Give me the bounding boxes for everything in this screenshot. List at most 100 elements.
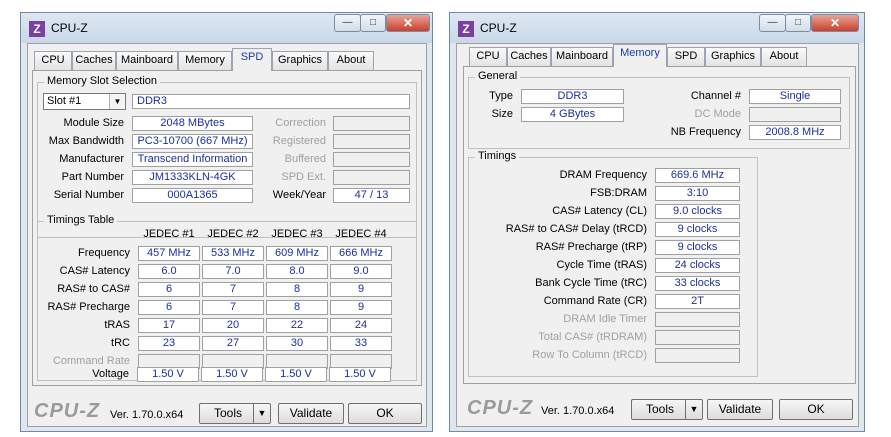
trcd-label: RAS# to CAS# Delay (tRCD) [505,223,647,235]
close-button[interactable]: ✕ [811,14,859,32]
timing-cell: 30 [266,336,328,351]
tab-spd[interactable]: SPD [232,48,272,71]
tab-cpu[interactable]: CPU [34,51,72,70]
week-year-field: 47 / 13 [333,188,410,203]
timing-cell: 666 MHz [330,246,392,261]
tools-button[interactable]: Tools ▼ [631,399,703,420]
type-label: Type [489,90,513,102]
timing-cell: 1.50 V [201,367,263,382]
validate-button[interactable]: Validate [278,403,344,424]
dram-frequency-field: 669.6 MHz [655,168,740,183]
manufacturer-label: Manufacturer [59,153,124,165]
maximize-button[interactable]: □ [785,14,811,32]
general-label: General [475,70,521,82]
frequency-label: Frequency [78,247,130,259]
tab-caches[interactable]: Caches [507,47,551,66]
timing-cell: 1.50 V [329,367,391,382]
tab-caches[interactable]: Caches [72,51,116,70]
registered-label: Registered [272,135,326,147]
timings-table-label: Timings Table [44,214,118,226]
tab-mainboard[interactable]: Mainboard [551,47,613,66]
ok-button[interactable]: OK [348,403,422,424]
trp-field: 9 clocks [655,240,740,255]
tab-spd[interactable]: SPD [667,47,705,66]
tab-memory[interactable]: Memory [178,51,232,70]
timing-cell: 27 [202,336,264,351]
timing-cell: 23 [138,336,200,351]
timing-cell: 609 MHz [266,246,328,261]
module-size-label: Module Size [63,117,124,129]
cpuz-logo: CPU-Z [467,397,534,419]
timing-cell: 33 [330,336,392,351]
jedec-4-header: JEDEC #4 [335,228,387,240]
window-title: CPU-Z [51,21,88,35]
jedec-1-header: JEDEC #1 [143,228,195,240]
fsb-dram-field: 3:10 [655,186,740,201]
timing-cell: 1.50 V [265,367,327,382]
buffered-field [333,152,410,167]
memory-panel: General Type DDR3 Size 4 GBytes Channel … [463,66,856,384]
slot-select[interactable]: Slot #1 ▼ [43,93,126,110]
tools-button-label: Tools [213,406,242,420]
version-label: Ver. 1.70.0.x64 [541,405,615,417]
total-cas-label: Total CAS# (tRDRAM) [538,331,647,343]
client-area: CPU Caches Mainboard Memory SPD Graphics… [27,43,427,427]
timing-cell: 8 [266,282,328,297]
week-year-label: Week/Year [272,189,326,201]
timing-cell: 8.0 [266,264,328,279]
timing-cell: 9.0 [330,264,392,279]
tools-button[interactable]: Tools ▼ [199,403,271,424]
chevron-down-icon[interactable]: ▼ [685,400,702,419]
cas-latency-label: CAS# Latency (CL) [552,205,647,217]
chevron-down-icon[interactable]: ▼ [109,94,125,109]
nb-frequency-label: NB Frequency [670,126,741,138]
minimize-button[interactable]: — [334,14,361,32]
jedec-2-header: JEDEC #2 [207,228,259,240]
spd-ext-field [333,170,410,185]
window-title: CPU-Z [480,21,517,35]
serial-number-label: Serial Number [53,189,124,201]
serial-number-field: 000A1365 [132,188,253,203]
title-bar[interactable]: Z CPU-Z — □ ✕ [21,13,432,43]
trp-label: RAS# Precharge (tRP) [535,241,647,253]
command-rate-label: Command Rate (CR) [543,295,647,307]
timing-cell: 7 [202,300,264,315]
max-bandwidth-label: Max Bandwidth [48,135,124,147]
title-bar[interactable]: Z CPU-Z — □ ✕ [450,13,864,43]
timing-cell: 17 [138,318,200,333]
tab-mainboard[interactable]: Mainboard [116,51,178,70]
tab-about[interactable]: About [328,51,374,70]
timing-cell: 24 [330,318,392,333]
tab-about[interactable]: About [761,47,807,66]
ok-button[interactable]: OK [779,399,853,420]
tab-memory[interactable]: Memory [613,44,667,67]
channel-label: Channel # [690,90,741,102]
part-number-field: JM1333KLN-4GK [132,170,253,185]
close-button[interactable]: ✕ [386,14,430,32]
version-label: Ver. 1.70.0.x64 [110,409,184,421]
client-area: CPU Caches Mainboard Memory SPD Graphics… [456,43,859,427]
memory-type-field: DDR3 [132,94,410,109]
tras-field: 24 clocks [655,258,740,273]
timings-label: Timings [475,150,520,162]
cas-latency-field: 9.0 clocks [655,204,740,219]
jedec-3-header: JEDEC #3 [271,228,323,240]
minimize-button[interactable]: — [759,14,786,32]
maximize-button[interactable]: □ [360,14,386,32]
timing-cell: 7 [202,282,264,297]
max-bandwidth-field: PC3-10700 (667 MHz) [132,134,253,149]
size-field: 4 GBytes [521,107,624,122]
correction-field [333,116,410,131]
tab-graphics[interactable]: Graphics [705,47,761,66]
tab-graphics[interactable]: Graphics [272,51,328,70]
tools-button-label: Tools [645,402,674,416]
memory-slot-selection-label: Memory Slot Selection [44,75,161,87]
row-to-column-label: Row To Column (tRCD) [532,349,647,361]
chevron-down-icon[interactable]: ▼ [253,404,270,423]
validate-button[interactable]: Validate [707,399,773,420]
tab-cpu[interactable]: CPU [469,47,507,66]
general-group: General Type DDR3 Size 4 GBytes Channel … [468,70,850,149]
command-rate-field: 2T [655,294,740,309]
timing-cell: 457 MHz [138,246,200,261]
total-cas-field [655,330,740,345]
